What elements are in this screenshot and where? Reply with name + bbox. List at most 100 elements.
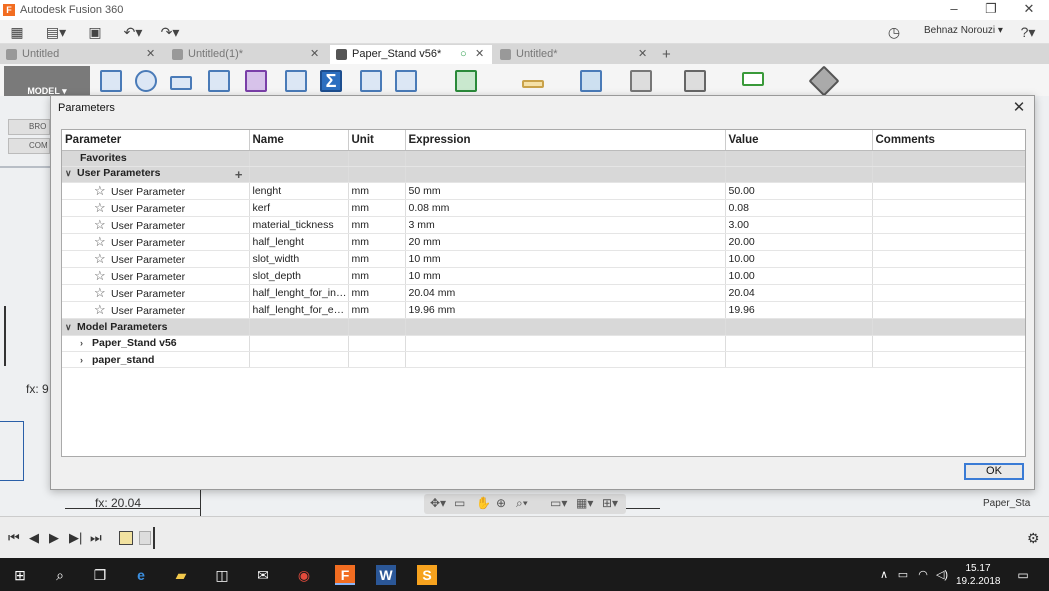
chrome-icon[interactable]: ◉ bbox=[294, 565, 314, 585]
measure-icon[interactable] bbox=[522, 80, 544, 88]
parameter-unit-cell[interactable]: mm bbox=[348, 216, 406, 235]
timeline-marker[interactable] bbox=[153, 527, 155, 549]
favorite-star-icon[interactable]: ☆ bbox=[94, 302, 111, 318]
data-panel-grid-icon[interactable]: ▦ bbox=[8, 23, 26, 41]
parameter-comment-cell[interactable] bbox=[872, 233, 1025, 252]
close-tab-icon[interactable]: ✕ bbox=[638, 45, 647, 64]
redo-icon[interactable]: ↷▾ bbox=[155, 23, 185, 41]
orbit-icon[interactable]: ✥▾ bbox=[430, 496, 446, 510]
close-tab-icon[interactable]: ✕ bbox=[310, 45, 319, 64]
store-icon[interactable]: ◫ bbox=[212, 565, 232, 585]
close-tab-icon[interactable]: ✕ bbox=[146, 45, 155, 64]
fusion-360-taskbar-icon[interactable]: F bbox=[335, 565, 355, 585]
model-parameters-group-row[interactable]: ∨ Model Parameters bbox=[62, 318, 1025, 336]
browser-item-bro[interactable]: BRO bbox=[8, 119, 50, 135]
word-icon[interactable]: W bbox=[376, 565, 396, 585]
parameter-value-cell[interactable]: 10.00 bbox=[725, 250, 873, 269]
favorite-star-icon[interactable]: ☆ bbox=[94, 183, 111, 199]
zoom-icon[interactable]: ⊕ bbox=[496, 496, 506, 510]
ok-button[interactable]: OK bbox=[964, 463, 1024, 480]
table-row[interactable]: ☆ User Parameter half_lenght mm 20 mm 20.00 bbox=[62, 233, 1025, 252]
tray-chevron-up-icon[interactable]: ∧ bbox=[874, 565, 894, 585]
parameter-comment-cell[interactable] bbox=[872, 267, 1025, 286]
table-row[interactable]: ☆ User Parameter slot_depth mm 10 mm 10.00 bbox=[62, 267, 1025, 286]
joint-icon[interactable] bbox=[395, 70, 417, 92]
parameters-sigma-icon[interactable]: Σ bbox=[320, 70, 342, 92]
section-analysis-icon[interactable] bbox=[808, 65, 840, 97]
parameter-expression-cell[interactable]: 0.08 mm bbox=[405, 199, 726, 218]
step-back-icon[interactable]: ◀ bbox=[29, 530, 39, 546]
rectangle-icon[interactable] bbox=[170, 76, 192, 90]
table-row[interactable]: ☆ User Parameter slot_width mm 10 mm 10.00 bbox=[62, 250, 1025, 269]
parameter-value-cell[interactable]: 3.00 bbox=[725, 216, 873, 235]
tab-paper-stand[interactable]: Paper_Stand v56* ○ ✕ bbox=[330, 45, 492, 64]
column-header-comments[interactable]: Comments bbox=[872, 130, 1025, 151]
parameter-value-cell[interactable]: 50.00 bbox=[725, 182, 873, 201]
go-to-start-icon[interactable]: ⏮ bbox=[8, 530, 20, 546]
file-explorer-icon[interactable]: ▰ bbox=[171, 565, 191, 585]
model-component-row[interactable]: › paper_stand bbox=[62, 351, 1025, 369]
select-icon[interactable] bbox=[742, 72, 764, 86]
job-status-clock-icon[interactable]: ◷ bbox=[885, 23, 903, 41]
expand-chevron-down-icon[interactable]: ∨ bbox=[65, 168, 77, 179]
construct-icon[interactable] bbox=[455, 70, 477, 92]
go-to-end-icon[interactable]: ⏭ bbox=[90, 530, 102, 546]
parameter-name-cell[interactable]: half_lenght_for_ext... bbox=[249, 301, 349, 320]
parameter-name-cell[interactable]: half_lenght_for_inte... bbox=[249, 284, 349, 303]
tab-untitled-star[interactable]: Untitled* ✕ bbox=[494, 45, 656, 64]
assemble-icon[interactable] bbox=[360, 70, 382, 92]
browser-item-com[interactable]: COM bbox=[8, 138, 50, 154]
arc-icon[interactable] bbox=[135, 70, 157, 92]
edge-browser-icon[interactable]: e bbox=[131, 565, 151, 585]
step-forward-icon[interactable]: ▶| bbox=[69, 530, 82, 546]
favorite-star-icon[interactable]: ☆ bbox=[94, 234, 111, 250]
save-icon[interactable]: ▣ bbox=[86, 23, 104, 41]
parameter-comment-cell[interactable] bbox=[872, 284, 1025, 303]
timeline-feature-icon[interactable] bbox=[139, 531, 151, 545]
create-sketch-icon[interactable] bbox=[100, 70, 122, 92]
expand-chevron-right-icon[interactable]: › bbox=[80, 338, 92, 348]
parameter-unit-cell[interactable]: mm bbox=[348, 199, 406, 218]
table-row[interactable]: ☆ User Parameter half_lenght_for_ext... mm 1… bbox=[62, 301, 1025, 320]
expand-chevron-down-icon[interactable]: ∨ bbox=[65, 322, 77, 333]
wifi-icon[interactable]: ◠ bbox=[913, 565, 933, 585]
column-header-parameter[interactable]: Parameter bbox=[62, 130, 250, 151]
parameter-comment-cell[interactable] bbox=[872, 301, 1025, 320]
parameter-expression-cell[interactable]: 19.96 mm bbox=[405, 301, 726, 320]
parameter-expression-cell[interactable]: 3 mm bbox=[405, 216, 726, 235]
parameter-name-cell[interactable]: slot_depth bbox=[249, 267, 349, 286]
table-row[interactable]: ☆ User Parameter half_lenght_for_inte... mm… bbox=[62, 284, 1025, 303]
parameter-unit-cell[interactable]: mm bbox=[348, 284, 406, 303]
favorite-star-icon[interactable]: ☆ bbox=[94, 251, 111, 267]
parameter-unit-cell[interactable]: mm bbox=[348, 250, 406, 269]
system-clock[interactable]: 15.17 19.2.2018 bbox=[956, 562, 1001, 588]
tab-untitled[interactable]: Untitled ✕ bbox=[0, 45, 164, 64]
parameter-expression-cell[interactable]: 20 mm bbox=[405, 233, 726, 252]
timeline-sketch-feature-icon[interactable] bbox=[119, 531, 133, 545]
search-icon[interactable]: ⌕ bbox=[50, 565, 70, 585]
parameter-name-cell[interactable]: half_lenght bbox=[249, 233, 349, 252]
favorites-group-row[interactable]: Favorites bbox=[62, 150, 1025, 167]
windows-start-icon[interactable]: ⊞ bbox=[10, 565, 30, 585]
task-view-icon[interactable]: ❐ bbox=[90, 565, 110, 585]
parameter-expression-cell[interactable]: 20.04 mm bbox=[405, 284, 726, 303]
grid-settings-icon[interactable]: ▦▾ bbox=[576, 496, 593, 510]
play-icon[interactable]: ▶ bbox=[49, 530, 59, 546]
parameter-value-cell[interactable]: 19.96 bbox=[725, 301, 873, 320]
parameter-expression-cell[interactable]: 50 mm bbox=[405, 182, 726, 201]
parameter-unit-cell[interactable]: mm bbox=[348, 233, 406, 252]
favorite-star-icon[interactable]: ☆ bbox=[94, 268, 111, 284]
modify-icon[interactable] bbox=[285, 70, 307, 92]
favorite-star-icon[interactable]: ☆ bbox=[94, 217, 111, 233]
parameter-comment-cell[interactable] bbox=[872, 199, 1025, 218]
parameter-comment-cell[interactable] bbox=[872, 250, 1025, 269]
tab-untitled-1[interactable]: Untitled(1)* ✕ bbox=[166, 45, 328, 64]
scripts-addins-icon[interactable] bbox=[684, 70, 706, 92]
undo-icon[interactable]: ↶▾ bbox=[118, 23, 148, 41]
parameter-value-cell[interactable]: 0.08 bbox=[725, 199, 873, 218]
table-row[interactable]: ☆ User Parameter lenght mm 50 mm 50.00 bbox=[62, 182, 1025, 201]
expand-chevron-right-icon[interactable]: › bbox=[80, 355, 92, 365]
pan-hand-icon[interactable]: ✋ bbox=[476, 496, 491, 510]
column-header-name[interactable]: Name bbox=[249, 130, 349, 151]
user-account-menu[interactable]: Behnaz Norouzi ▾ bbox=[924, 25, 1003, 36]
